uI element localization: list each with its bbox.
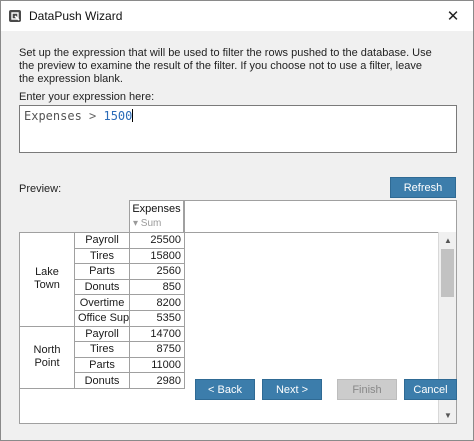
category-cell: Parts [74,356,130,374]
category-cell: Payroll [74,325,130,343]
window-title: DataPush Wizard [29,9,123,23]
preview-label: Preview: [19,183,62,195]
app-icon [9,10,21,22]
refresh-button[interactable]: Refresh [390,177,456,198]
scrollbar-thumb[interactable] [441,249,454,297]
value-cell: 850 [129,278,185,296]
category-cell: Donuts [74,372,130,389]
category-cell: Donuts [74,278,130,296]
category-cell: Tires [74,341,130,358]
value-cell: 8750 [129,341,185,358]
group-label: Lake Town [19,232,75,327]
expression-label: Enter your expression here: [19,91,155,103]
scroll-up-icon[interactable]: ▲ [439,232,457,248]
group-label-line: Town [34,279,60,292]
value-cell: 2980 [129,372,185,389]
value-cell: 8200 [129,294,185,311]
datapush-wizard-window: DataPush Wizard ✕ Set up the expression … [0,0,474,441]
title-bar: DataPush Wizard ✕ [1,1,473,31]
value-cell: 11000 [129,356,185,374]
value-cell: 14700 [129,325,185,343]
group-label-line: Lake [35,266,59,279]
expression-operator-token: > [81,109,104,123]
value-cell: 15800 [129,247,185,265]
category-cell: Parts [74,263,130,280]
filter-description: Set up the expression that will be used … [19,47,432,85]
value-cell: 2560 [129,263,185,280]
expression-value-token: 1500 [103,109,133,123]
value-cell: 5350 [129,309,185,327]
grid-corner [19,200,129,232]
category-cell: Tires [74,247,130,265]
column-header-expenses[interactable]: Expenses ▾ Sum [129,200,184,232]
table-row: Lake Town Payroll 25500 [19,232,185,327]
category-cell: Office Sup [74,309,130,327]
group-label: North Point [19,325,75,389]
category-cell: Overtime [74,294,130,311]
cancel-button[interactable]: Cancel [404,379,457,400]
back-button[interactable]: < Back [195,379,255,400]
text-caret [132,109,134,122]
close-icon[interactable]: ✕ [441,4,465,28]
column-header-title: Expenses [132,203,181,215]
group-label-line: North [33,344,61,357]
expression-input[interactable]: Expenses > 1500 [19,105,457,153]
group-label-line: Point [34,357,60,370]
finish-button[interactable]: Finish [337,379,397,400]
scroll-down-icon[interactable]: ▼ [439,407,457,423]
expression-field-token: Expenses [24,109,82,123]
table-row: North Point Payroll 14700 [19,325,185,389]
value-cell: 25500 [129,232,185,249]
category-cell: Payroll [74,232,130,249]
pivot-table: Lake Town Payroll 25500 Tires 15800 Parts 2560 D… [19,232,185,389]
next-button[interactable]: Next > [262,379,322,400]
sum-dropdown[interactable]: ▾ Sum [133,218,161,229]
